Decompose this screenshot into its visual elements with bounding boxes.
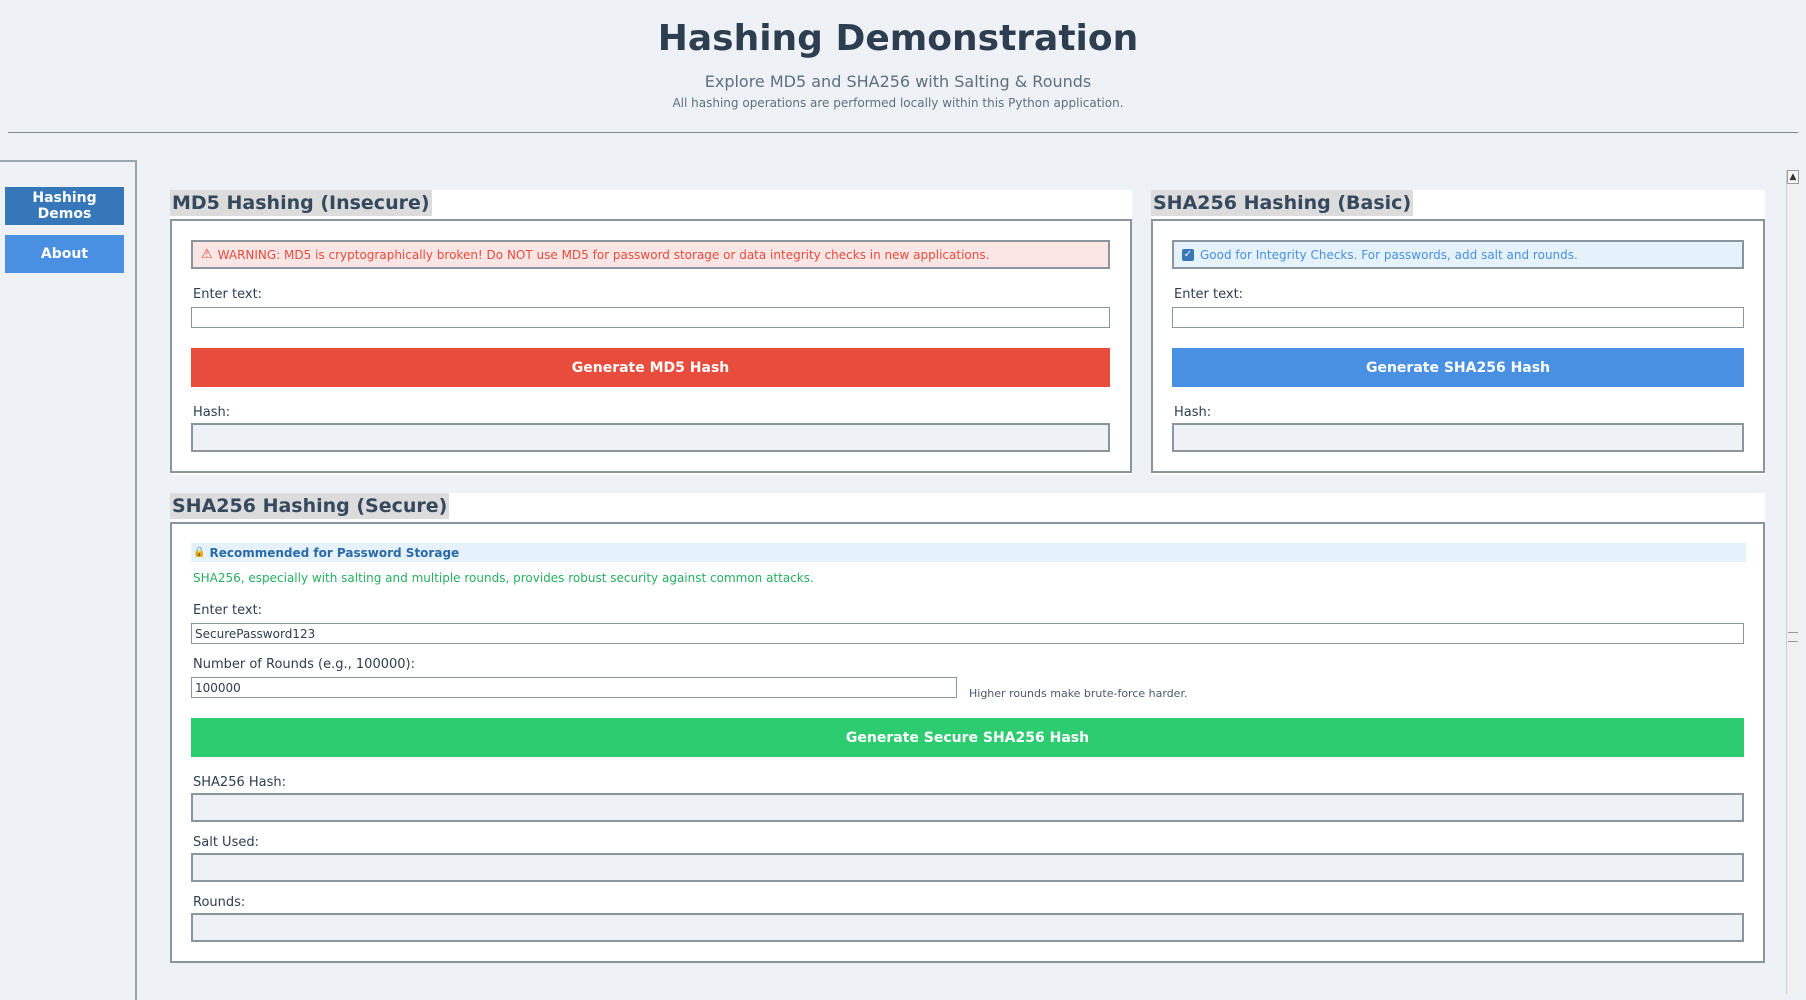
page-note: All hashing operations are performed loc… (672, 96, 1124, 110)
header-divider (8, 132, 1798, 133)
sha256-info-text: Good for Integrity Checks. For passwords… (1200, 247, 1578, 262)
sha256-basic-hash-output[interactable] (1172, 423, 1744, 452)
generate-secure-sha256-button[interactable]: Generate Secure SHA256 Hash (191, 718, 1744, 757)
md5-hash-output[interactable] (191, 423, 1110, 452)
checkbox-check-icon: ✓ (1182, 248, 1194, 261)
rounds-output[interactable] (191, 913, 1744, 942)
sidebar-item-hashing-demos[interactable]: Hashing Demos (5, 187, 124, 225)
generate-sha256-button[interactable]: Generate SHA256 Hash (1172, 348, 1744, 387)
rounds-out-label: Rounds: (193, 895, 246, 910)
sidebar-item-about[interactable]: About (5, 235, 124, 273)
sidebar (0, 160, 137, 1000)
secure-hash-output[interactable] (191, 793, 1744, 822)
sha256-basic-hash-label: Hash: (1174, 405, 1212, 420)
secure-description: SHA256, especially with salting and mult… (193, 571, 814, 585)
rounds-hint: Higher rounds make brute-force harder. (969, 687, 1188, 700)
rounds-input[interactable] (191, 677, 957, 698)
secure-hash-label: SHA256 Hash: (193, 775, 286, 790)
sha256-secure-section-title: SHA256 Hashing (Secure) (170, 493, 450, 519)
md5-section-title: MD5 Hashing (Insecure) (170, 190, 432, 216)
rounds-label: Number of Rounds (e.g., 100000): (193, 657, 415, 672)
md5-warning-banner: ⚠ WARNING: MD5 is cryptographically brok… (191, 240, 1110, 269)
page-subtitle: Explore MD5 and SHA256 with Salting & Ro… (704, 72, 1092, 91)
secure-text-input[interactable] (191, 623, 1744, 644)
sha256-basic-text-input[interactable] (1172, 307, 1744, 328)
sha256-basic-input-label: Enter text: (1174, 287, 1244, 302)
warning-icon: ⚠ (201, 247, 213, 262)
sha256-info-banner: ✓ Good for Integrity Checks. For passwor… (1172, 240, 1744, 269)
secure-input-label: Enter text: (193, 603, 263, 618)
page-title: Hashing Demonstration (657, 18, 1139, 59)
md5-input-label: Enter text: (193, 287, 263, 302)
scrollbar-grip[interactable] (1788, 632, 1798, 642)
md5-warning-text: WARNING: MD5 is cryptographically broken… (217, 247, 990, 262)
scroll-up-arrow-icon[interactable]: ▲ (1787, 170, 1799, 184)
md5-hash-label: Hash: (193, 405, 231, 420)
salt-output[interactable] (191, 853, 1744, 882)
recommended-banner: 🔒 Recommended for Password Storage (191, 543, 1746, 562)
generate-md5-button[interactable]: Generate MD5 Hash (191, 348, 1110, 387)
vertical-scrollbar[interactable] (1786, 170, 1801, 994)
lock-icon: 🔒 (193, 547, 206, 558)
recommended-text: Recommended for Password Storage (209, 545, 460, 560)
salt-label: Salt Used: (193, 835, 259, 850)
md5-text-input[interactable] (191, 307, 1110, 328)
sha256-basic-section-title: SHA256 Hashing (Basic) (1151, 190, 1414, 216)
